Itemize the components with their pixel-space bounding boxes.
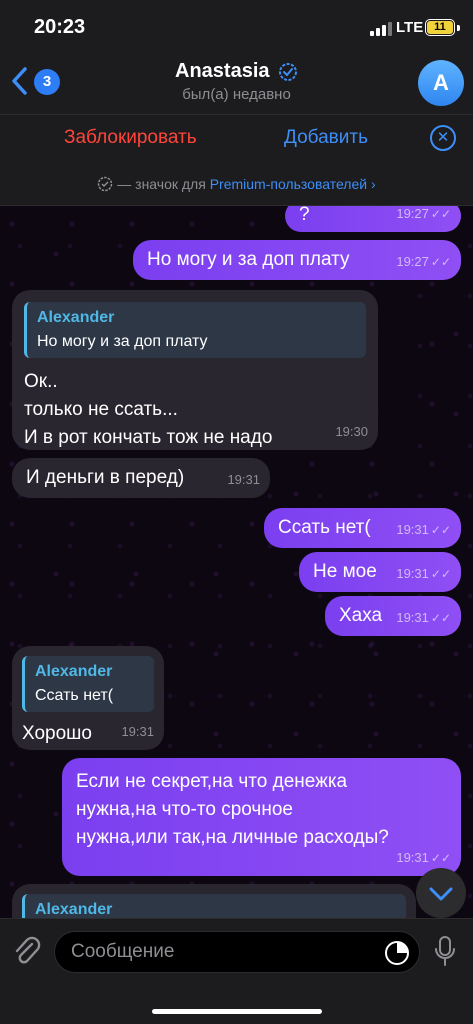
- reply-text: Ссать нет(: [35, 687, 114, 704]
- message-outgoing[interactable]: Но могу и за доп плату 19:27 ✓✓: [133, 240, 461, 280]
- message-meta: 19:31 ✓✓: [396, 846, 451, 870]
- message-incoming[interactable]: Alexander Ссать нет( Хорошо 19:31: [12, 646, 164, 750]
- message-text: Но могу и за доп плату: [147, 249, 350, 270]
- avatar[interactable]: A: [418, 60, 464, 106]
- home-indicator: [152, 1009, 322, 1014]
- message-meta: 19:31 ✓✓: [396, 518, 451, 542]
- reply-author: Alexander: [37, 309, 115, 326]
- contact-info[interactable]: Anastasia был(а) недавно: [120, 60, 353, 103]
- message-time: 19:27: [396, 206, 429, 221]
- message-time: 19:31: [396, 850, 429, 865]
- message-outgoing[interactable]: ? 19:27 ✓✓: [285, 206, 461, 232]
- sticker-icon[interactable]: [384, 940, 410, 966]
- battery-icon: 11: [425, 19, 455, 36]
- unread-badge: 3: [34, 69, 60, 95]
- message-time: 19:31: [396, 610, 429, 625]
- action-bar: Заблокировать Добавить ✕: [0, 114, 473, 162]
- message-text: Ссать нет(: [278, 517, 371, 538]
- chevron-left-icon: [12, 67, 27, 95]
- scroll-down-button[interactable]: [416, 868, 466, 918]
- reply-quote[interactable]: Alexander Но могу и за доп плату: [24, 302, 366, 358]
- message-time: 19:31: [396, 566, 429, 581]
- message-incoming[interactable]: И деньги в перед) 19:31: [12, 458, 270, 498]
- premium-note: — значок для Premium-пользователей ›: [0, 162, 473, 206]
- message-meta: 19:27 ✓✓: [396, 250, 451, 274]
- chevron-down-icon: [429, 887, 453, 901]
- message-outgoing[interactable]: Не мое 19:31 ✓✓: [299, 552, 461, 592]
- message-time: 19:31: [121, 724, 154, 739]
- premium-link[interactable]: Premium-пользователей: [210, 176, 367, 192]
- status-bar: 20:23 LTE 11: [0, 0, 473, 52]
- message-outgoing[interactable]: Если не секрет,на что денежка нужна,на ч…: [62, 758, 461, 876]
- premium-badge-icon: [98, 176, 113, 192]
- message-input[interactable]: [54, 931, 420, 973]
- message-text: ?: [299, 206, 310, 225]
- message-time: 19:31: [396, 522, 429, 537]
- chat-header: 3 Anastasia был(а) недавно A: [0, 52, 473, 114]
- signal-icon: [370, 22, 392, 36]
- reply-text: Но могу и за доп плату: [37, 333, 208, 350]
- premium-badge-icon: [278, 62, 297, 81]
- message-meta: 19:31 ✓✓: [396, 606, 451, 630]
- read-checks-icon: ✓✓: [430, 207, 451, 221]
- premium-note-prefix: — значок для: [117, 176, 206, 192]
- battery-level: 11: [427, 21, 453, 34]
- paperclip-icon[interactable]: [12, 935, 42, 969]
- message-meta: 19:27 ✓✓: [396, 206, 451, 226]
- message-incoming[interactable]: Alexander: [12, 884, 416, 918]
- message-time: 19:27: [396, 254, 429, 269]
- message-text: Ок.. только не ссать... И в рот кончать …: [24, 371, 273, 448]
- read-checks-icon: ✓✓: [430, 255, 451, 269]
- reply-author: Alexander: [35, 901, 113, 918]
- read-checks-icon: ✓✓: [430, 851, 451, 865]
- close-icon[interactable]: ✕: [430, 125, 456, 151]
- status-time: 20:23: [34, 16, 86, 38]
- battery-tip: [457, 25, 460, 31]
- microphone-icon[interactable]: [434, 935, 456, 969]
- last-seen-status: был(а) недавно: [182, 86, 291, 103]
- message-text: Если не секрет,на что денежка нужна,на ч…: [76, 771, 389, 848]
- message-text: Хаха: [339, 605, 383, 626]
- message-time: 19:30: [335, 424, 368, 439]
- block-button[interactable]: Заблокировать: [64, 127, 197, 149]
- reply-quote[interactable]: Alexander: [22, 894, 406, 918]
- message-time: 19:31: [227, 472, 260, 487]
- reply-quote[interactable]: Alexander Ссать нет(: [22, 656, 154, 712]
- message-outgoing[interactable]: Хаха 19:31 ✓✓: [325, 596, 461, 636]
- read-checks-icon: ✓✓: [430, 567, 451, 581]
- message-incoming[interactable]: Alexander Но могу и за доп плату Ок.. то…: [12, 290, 378, 450]
- contact-name: Anastasia: [175, 60, 270, 82]
- add-contact-button[interactable]: Добавить: [284, 127, 368, 149]
- read-checks-icon: ✓✓: [430, 611, 451, 625]
- reply-author: Alexander: [35, 663, 113, 680]
- chevron-right-icon: ›: [370, 176, 376, 192]
- network-label: LTE: [396, 19, 424, 36]
- input-bar: [0, 918, 473, 1024]
- back-button[interactable]: 3: [6, 62, 62, 102]
- chat-area[interactable]: ? 19:27 ✓✓ Но могу и за доп плату 19:27 ✓✓…: [0, 206, 473, 918]
- message-text: И деньги в перед): [26, 467, 185, 488]
- message-meta: 19:31 ✓✓: [396, 562, 451, 586]
- message-text: Не мое: [313, 561, 377, 582]
- read-checks-icon: ✓✓: [430, 523, 451, 537]
- message-outgoing[interactable]: Ссать нет( 19:31 ✓✓: [264, 508, 461, 548]
